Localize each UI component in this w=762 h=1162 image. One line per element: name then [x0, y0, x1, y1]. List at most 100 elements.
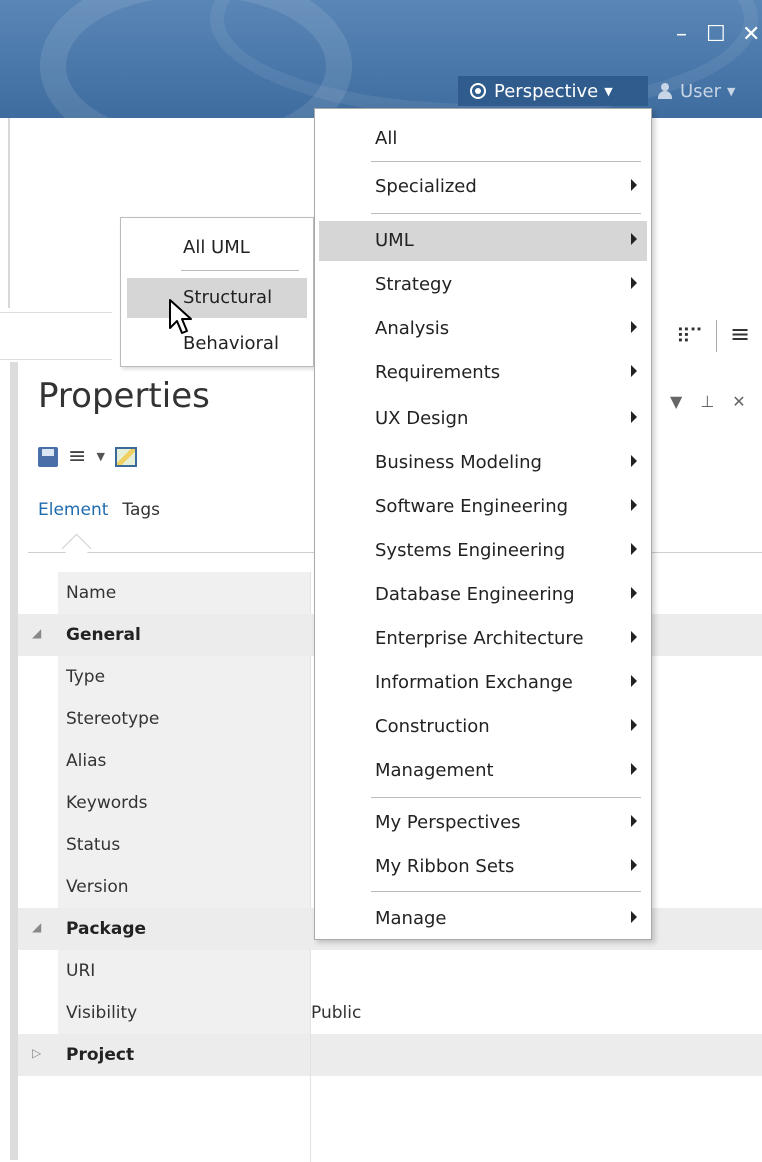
property-row[interactable]: Visibility Public [18, 992, 762, 1034]
menu-item-software-engineering[interactable]: Software Engineering [319, 487, 647, 527]
menu-item-my-ribbon-sets[interactable]: My Ribbon Sets [319, 847, 647, 887]
panel-title: Properties [38, 376, 210, 416]
menu-item-enterprise-architecture[interactable]: Enterprise Architecture [319, 619, 647, 659]
submenu-arrow-icon [631, 859, 637, 871]
menu-item-requirements[interactable]: Requirements [319, 353, 647, 393]
submenu-item-behavioral[interactable]: Behavioral [127, 324, 307, 364]
menu-item-label: UML [375, 230, 414, 251]
collapse-icon[interactable]: ◢ [32, 626, 41, 640]
mouse-cursor-icon [169, 299, 192, 334]
maximize-button[interactable]: ☐ [706, 22, 726, 47]
submenu-arrow-icon [631, 233, 637, 245]
caret-down-icon: ▼ [604, 84, 613, 98]
property-name: Status [66, 835, 121, 855]
submenu-arrow-icon [631, 587, 637, 599]
menu-item-label: My Ribbon Sets [375, 856, 515, 877]
tab-element[interactable]: Element [38, 500, 108, 520]
panel-divider [8, 118, 10, 308]
menu-item-strategy[interactable]: Strategy [319, 265, 647, 305]
submenu-arrow-icon [631, 411, 637, 423]
menu-item-manage[interactable]: Manage [319, 899, 647, 939]
expand-icon[interactable]: ▷ [32, 1046, 41, 1060]
submenu-arrow-icon [631, 719, 637, 731]
properties-tabs: Element Tags [38, 500, 160, 520]
menu-separator [181, 270, 299, 271]
dropdown-icon[interactable]: ▼ [670, 392, 682, 411]
close-panel-icon[interactable]: ✕ [732, 392, 745, 411]
user-button[interactable]: User ▼ [652, 76, 762, 106]
properties-toolbar: ≡ ▼ [38, 444, 137, 469]
menu-item-label: My Perspectives [375, 812, 521, 833]
property-name: Name [66, 583, 117, 603]
menu-item-database-engineering[interactable]: Database Engineering [319, 575, 647, 615]
submenu-arrow-icon [631, 815, 637, 827]
close-button[interactable]: ✕ [742, 22, 760, 47]
search-strip[interactable] [0, 312, 112, 360]
menu-item-all[interactable]: All [319, 119, 647, 159]
submenu-arrow-icon [631, 631, 637, 643]
property-row[interactable]: URI [18, 950, 762, 992]
menu-item-my-perspectives[interactable]: My Perspectives [319, 803, 647, 843]
menu-item-management[interactable]: Management [319, 751, 647, 791]
column-divider [310, 1032, 311, 1162]
menu-item-label: Requirements [375, 362, 501, 383]
submenu-label: Behavioral [183, 333, 279, 354]
menu-item-label: Business Modeling [375, 452, 542, 473]
menu-item-label: Enterprise Architecture [375, 628, 584, 649]
perspective-menu: All Specialized UML Strategy Analysis Require… [314, 108, 652, 940]
submenu-item-all-uml[interactable]: All UML [127, 228, 307, 268]
menu-separator [371, 891, 641, 892]
submenu-arrow-icon [631, 499, 637, 511]
menu-item-construction[interactable]: Construction [319, 707, 647, 747]
submenu-arrow-icon [631, 179, 637, 191]
menu-item-specialized[interactable]: Specialized [319, 167, 647, 207]
submenu-label: Structural [183, 287, 273, 308]
property-name: Stereotype [66, 709, 160, 729]
grid-dots-icon[interactable]: ⠿⠉ [676, 324, 703, 348]
right-toolbar: ⠿⠉ ≡ [652, 312, 762, 358]
menu-item-label: Software Engineering [375, 496, 569, 517]
tab-tags[interactable]: Tags [122, 500, 160, 520]
submenu-arrow-icon [631, 277, 637, 289]
menu-item-label: Construction [375, 716, 490, 737]
submenu-arrow-icon [631, 365, 637, 377]
menu-item-uml[interactable]: UML [319, 221, 647, 261]
menu-item-label: All [375, 128, 398, 149]
submenu-arrow-icon [631, 675, 637, 687]
submenu-arrow-icon [631, 763, 637, 775]
menu-item-systems-engineering[interactable]: Systems Engineering [319, 531, 647, 571]
property-name: Visibility [66, 1003, 138, 1023]
property-name: Type [66, 667, 106, 687]
property-value[interactable]: Public [311, 1003, 361, 1023]
chevron-down-icon[interactable]: ▼ [96, 450, 104, 463]
menu-item-analysis[interactable]: Analysis [319, 309, 647, 349]
property-group-row[interactable]: ▷ Project [18, 1034, 762, 1076]
list-options-icon[interactable]: ≡ [68, 444, 86, 469]
menu-item-business-modeling[interactable]: Business Modeling [319, 443, 647, 483]
menu-item-label: Analysis [375, 318, 450, 339]
perspective-label: Perspective [494, 80, 599, 102]
property-name: Version [66, 877, 129, 897]
menu-separator [371, 213, 641, 214]
menu-item-label: Information Exchange [375, 672, 573, 693]
chart-icon[interactable] [114, 446, 137, 467]
save-icon[interactable] [38, 446, 58, 467]
pin-icon[interactable]: ⊥ [700, 392, 714, 411]
submenu-arrow-icon [631, 455, 637, 467]
property-name: Alias [66, 751, 107, 771]
perspective-button[interactable]: Perspective ▼ [458, 76, 648, 106]
menu-separator [371, 161, 641, 162]
submenu-item-structural[interactable]: Structural [127, 278, 307, 318]
user-label: User [680, 80, 722, 102]
menu-item-label: Database Engineering [375, 584, 575, 605]
hamburger-menu-icon[interactable]: ≡ [730, 320, 750, 348]
menu-item-information-exchange[interactable]: Information Exchange [319, 663, 647, 703]
minimize-button[interactable]: – [676, 22, 687, 47]
menu-item-ux-design[interactable]: UX Design [319, 399, 647, 439]
menu-item-label: Management [375, 760, 494, 781]
collapse-icon[interactable]: ◢ [32, 920, 41, 934]
menu-item-label: Specialized [375, 176, 477, 197]
menu-item-label: UX Design [375, 408, 469, 429]
menu-item-label: Strategy [375, 274, 453, 295]
submenu-arrow-icon [631, 543, 637, 555]
